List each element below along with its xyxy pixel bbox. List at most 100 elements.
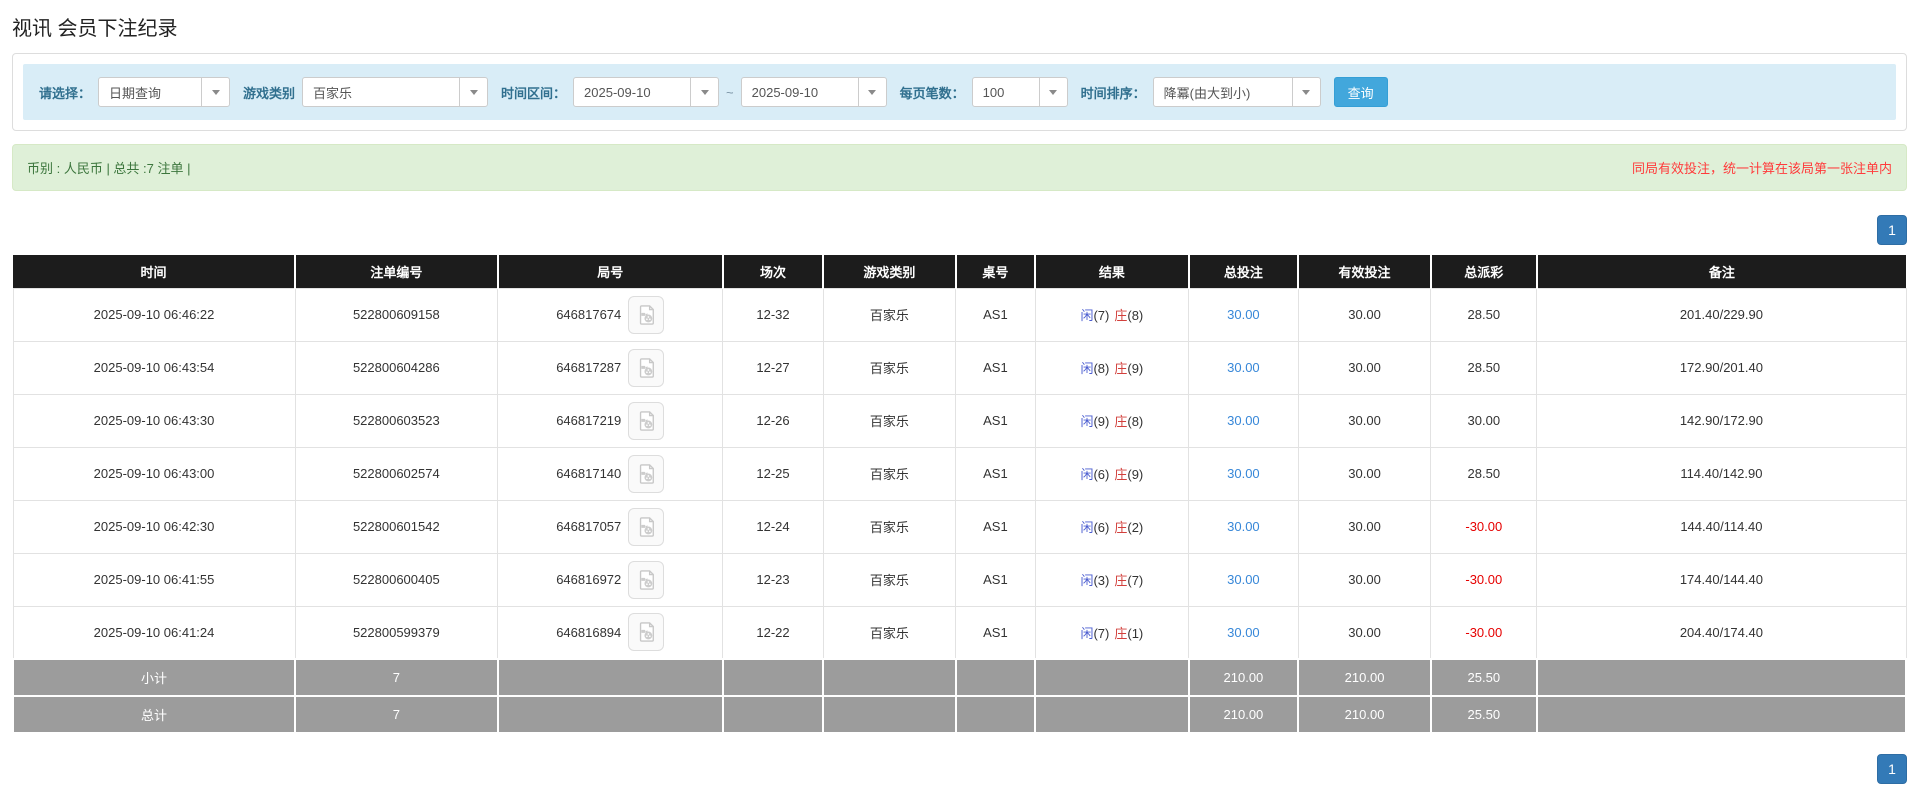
subtotal-valid-bet: 210.00 — [1297, 658, 1432, 697]
player-result-label: 闲 — [1080, 625, 1094, 641]
search-button[interactable]: 查询 — [1333, 77, 1388, 107]
cell-time: 2025-09-10 06:43:54 — [12, 340, 296, 395]
total-bet-link[interactable]: 30.00 — [1227, 519, 1260, 534]
cell-payout: 30.00 — [1430, 393, 1538, 448]
cell-session: 12-25 — [722, 446, 824, 501]
cell-remark: 142.90/172.90 — [1536, 393, 1907, 448]
cell-valid-bet: 30.00 — [1297, 340, 1432, 395]
banker-result-label: 庄 — [1114, 414, 1128, 429]
cell-session: 12-27 — [722, 340, 824, 395]
cell-table-no: AS1 — [955, 499, 1036, 554]
page-1-button[interactable]: 1 — [1877, 754, 1907, 784]
total-bet-link[interactable]: 30.00 — [1227, 625, 1260, 640]
cell-session: 12-32 — [722, 287, 824, 342]
cell-game-type: 百家乐 — [822, 552, 957, 607]
cell-valid-bet: 30.00 — [1297, 552, 1432, 607]
table-row: 2025-09-10 06:43:54 522800604286 6468172… — [12, 340, 1907, 395]
round-id-text: 646817287 — [556, 360, 622, 375]
cell-time: 2025-09-10 06:42:30 — [12, 499, 296, 554]
cell-round-id: 646816894 — [497, 605, 724, 660]
player-result-score: (6) — [1093, 520, 1110, 535]
video-replay-button[interactable] — [628, 454, 665, 493]
cell-valid-bet: 30.00 — [1297, 446, 1432, 501]
game-type-select[interactable]: 百家乐 — [302, 77, 489, 107]
chevron-down-icon[interactable] — [1291, 78, 1320, 106]
table-row: 2025-09-10 06:43:30 522800603523 6468172… — [12, 393, 1907, 448]
cell-valid-bet: 30.00 — [1297, 287, 1432, 342]
total-count: 7 — [294, 695, 499, 734]
subtotal-total-bet: 210.00 — [1187, 658, 1300, 697]
cell-valid-bet: 30.00 — [1297, 393, 1432, 448]
cell-total-bet: 30.00 — [1188, 499, 1299, 554]
banker-result-score: (8) — [1127, 414, 1144, 429]
total-payout: 25.50 — [1429, 695, 1538, 734]
page-size-input[interactable]: 100 — [971, 77, 1068, 107]
total-bet-link[interactable]: 30.00 — [1227, 307, 1260, 322]
player-result-score: (7) — [1093, 625, 1110, 641]
cell-payout: 28.50 — [1430, 287, 1538, 342]
sort-order-select[interactable]: 降冪(由大到小) — [1152, 77, 1321, 107]
cell-bet-id: 522800601542 — [294, 499, 499, 554]
banker-result-label: 庄 — [1114, 520, 1128, 535]
cell-round-id: 646817219 — [497, 393, 724, 448]
cell-total-bet: 30.00 — [1188, 340, 1299, 395]
chevron-down-icon[interactable] — [459, 78, 487, 106]
cell-remark: 204.40/174.40 — [1536, 605, 1907, 660]
video-replay-button[interactable] — [628, 560, 665, 599]
chevron-down-icon[interactable] — [201, 78, 229, 106]
banker-result-label: 庄 — [1114, 308, 1128, 323]
cell-total-bet: 30.00 — [1188, 446, 1299, 501]
col-time: 时间 — [13, 255, 297, 288]
cell-valid-bet: 30.00 — [1297, 605, 1432, 660]
time-range-label: 时间区间： — [501, 85, 567, 101]
total-bet-link[interactable]: 30.00 — [1227, 466, 1260, 481]
cell-remark: 201.40/229.90 — [1536, 287, 1907, 342]
player-result-score: (9) — [1093, 414, 1110, 429]
round-id-text: 646816894 — [556, 624, 622, 640]
banker-result-score: (8) — [1127, 308, 1144, 323]
subtotal-row: 小计 7 210.00 210.00 25.50 — [11, 658, 1908, 697]
video-replay-button[interactable] — [628, 295, 665, 334]
cell-bet-id: 522800600405 — [294, 552, 499, 607]
banker-result-label: 庄 — [1114, 573, 1128, 588]
video-replay-button[interactable] — [628, 613, 665, 652]
cell-game-type: 百家乐 — [822, 340, 957, 395]
player-result-label: 闲 — [1080, 573, 1094, 588]
query-type-select[interactable]: 日期查询 — [98, 77, 231, 107]
subtotal-count: 7 — [294, 658, 499, 697]
table-row: 2025-09-10 06:46:22 522800609158 6468176… — [12, 287, 1907, 342]
film-document-icon — [640, 304, 655, 325]
date-from-input[interactable]: 2025-09-10 — [573, 77, 720, 107]
table-row: 2025-09-10 06:43:00 522800602574 6468171… — [12, 446, 1907, 501]
chevron-down-icon[interactable] — [690, 78, 718, 106]
date-to-input[interactable]: 2025-09-10 — [740, 77, 887, 107]
col-game-type: 游戏类别 — [823, 255, 957, 288]
total-bet-link[interactable]: 30.00 — [1227, 572, 1260, 587]
cell-remark: 144.40/114.40 — [1536, 499, 1907, 554]
video-replay-button[interactable] — [628, 348, 665, 387]
video-replay-button[interactable] — [628, 507, 665, 546]
round-id-text: 646817140 — [556, 466, 622, 481]
cell-table-no: AS1 — [955, 446, 1036, 501]
banker-result-label: 庄 — [1114, 467, 1128, 482]
player-result-label: 闲 — [1080, 361, 1094, 376]
cell-result: 闲(3) 庄(7) — [1034, 552, 1190, 607]
cell-remark: 172.90/201.40 — [1536, 340, 1907, 395]
cell-payout: -30.00 — [1430, 605, 1538, 660]
video-replay-button[interactable] — [628, 401, 665, 440]
cell-session: 12-23 — [722, 552, 824, 607]
records-table: 时间 注单编号 局号 场次 游戏类别 桌号 结果 总投注 有效投注 总派彩 备注… — [11, 255, 1908, 734]
currency-total-text: 币别 : 人民币 | 总共 :7 注单 | — [27, 161, 191, 176]
cell-total-bet: 30.00 — [1188, 605, 1299, 660]
banker-result-score: (9) — [1127, 361, 1144, 376]
cell-result: 闲(9) 庄(8) — [1034, 393, 1190, 448]
page-1-button[interactable]: 1 — [1877, 215, 1907, 245]
cell-round-id: 646816972 — [497, 552, 724, 607]
total-bet-link[interactable]: 30.00 — [1227, 413, 1260, 428]
total-bet-link[interactable]: 30.00 — [1227, 360, 1260, 375]
col-result: 结果 — [1035, 255, 1190, 288]
chevron-down-icon[interactable] — [1038, 78, 1067, 106]
filter-bar: 请选择： 日期查询 游戏类别 百家乐 时间区间： 2025-09-10 ~ 20… — [23, 64, 1896, 120]
banker-result-score: (9) — [1127, 467, 1144, 482]
chevron-down-icon[interactable] — [857, 78, 886, 106]
